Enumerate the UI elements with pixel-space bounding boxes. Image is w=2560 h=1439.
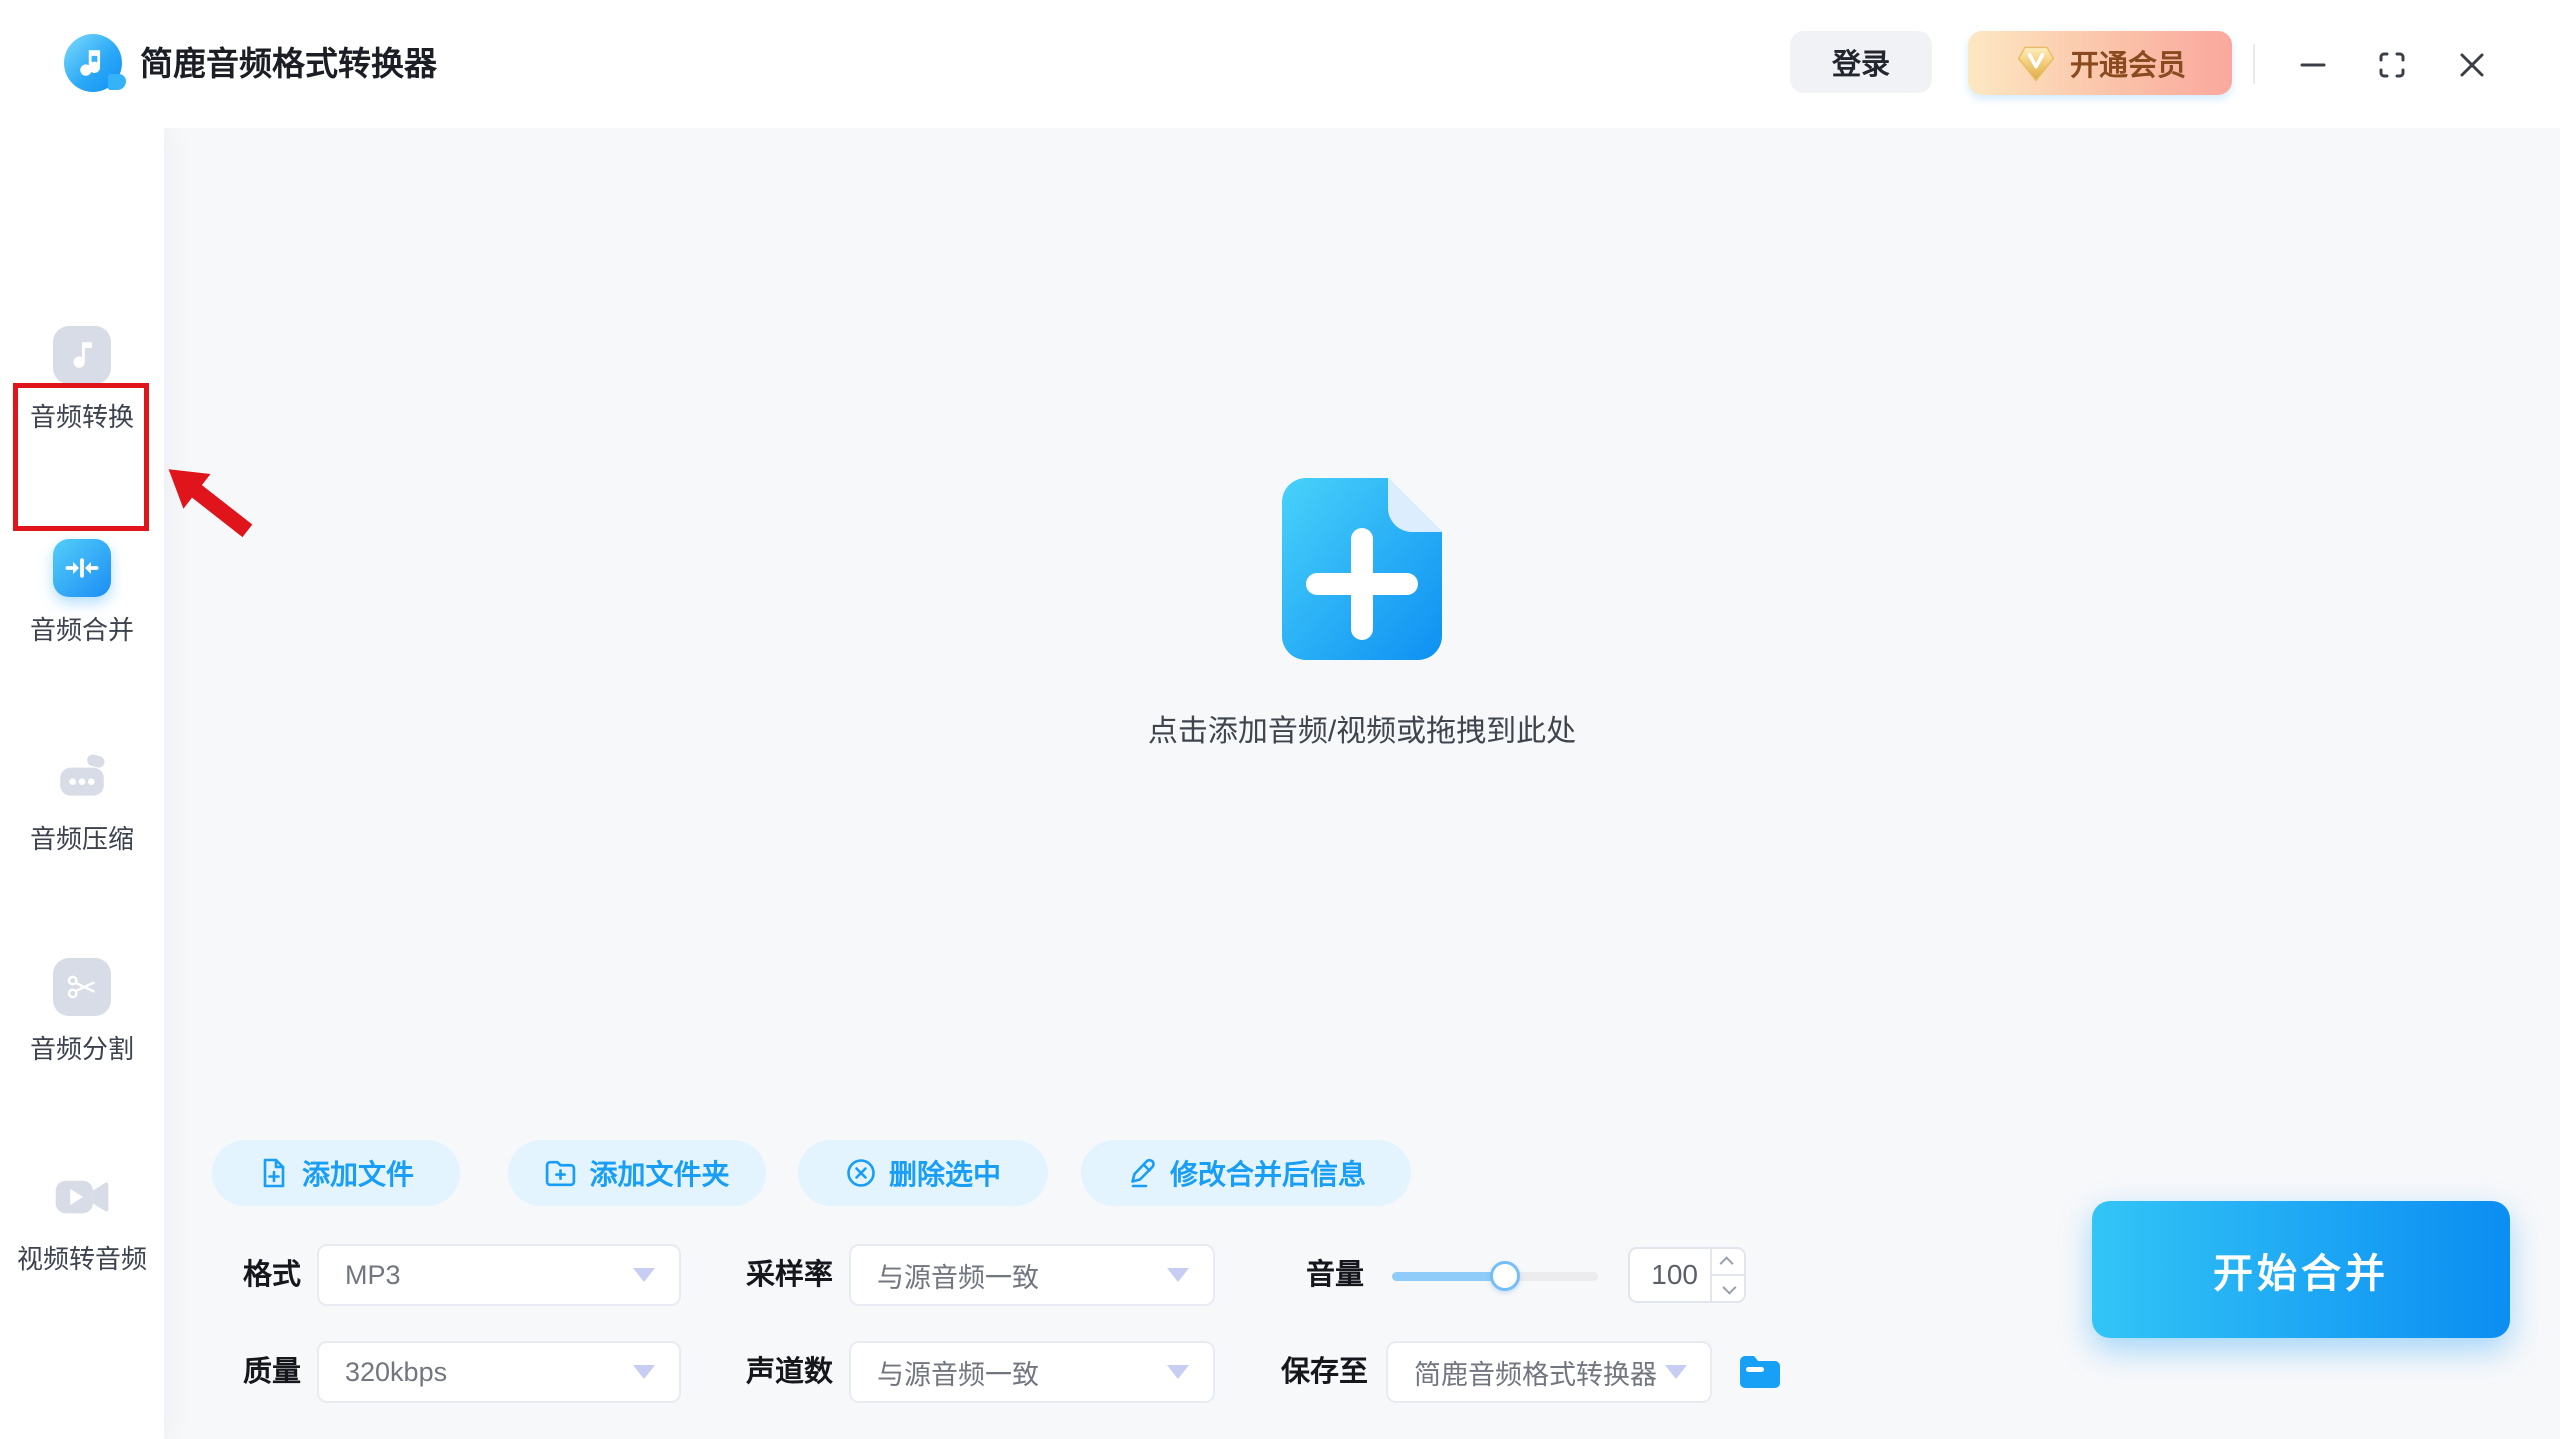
maximize-button[interactable] bbox=[2368, 41, 2416, 89]
audio-split-icon bbox=[53, 958, 111, 1016]
vip-label: 开通会员 bbox=[2069, 50, 2186, 82]
folder-plus-icon bbox=[546, 1160, 576, 1186]
format-dropdown[interactable]: MP3 bbox=[317, 1244, 681, 1306]
volume-slider-fill bbox=[1392, 1272, 1506, 1281]
sidebar-item-label: 音频转换 bbox=[29, 402, 134, 432]
start-merge-button[interactable]: 开始合并 bbox=[2092, 1201, 2510, 1338]
audio-merge-icon bbox=[53, 539, 111, 597]
sidebar-item-label: 音频压缩 bbox=[29, 824, 134, 854]
audio-compress-icon bbox=[53, 748, 111, 806]
sidebar-item-label: 视频转音频 bbox=[16, 1244, 147, 1274]
sidebar-item-audio-merge[interactable]: 音频合并 bbox=[0, 539, 164, 647]
open-vip-button[interactable]: 开通会员 bbox=[1968, 31, 2232, 95]
save-to-label: 保存至 bbox=[1281, 1356, 1369, 1388]
volume-slider[interactable] bbox=[1392, 1256, 1598, 1296]
volume-slider-thumb[interactable] bbox=[1490, 1261, 1521, 1291]
minimize-button[interactable] bbox=[2289, 41, 2337, 89]
edit-merge-info-label: 修改合并后信息 bbox=[1169, 1159, 1366, 1190]
drop-zone-hint: 点击添加音频/视频或拖拽到此处 bbox=[1147, 715, 1577, 748]
sample-rate-dropdown[interactable]: 与源音频一致 bbox=[849, 1244, 1215, 1306]
app-title: 简鹿音频格式转换器 bbox=[140, 45, 437, 82]
quality-dropdown[interactable]: 320kbps bbox=[317, 1341, 681, 1403]
chevron-down-icon bbox=[633, 1268, 655, 1282]
add-folder-button[interactable]: 添加文件夹 bbox=[508, 1140, 766, 1206]
app-window: 简鹿音频格式转换器 登录 开通会员 音频转换 音频合并 音频压缩 音频分割 视频… bbox=[0, 0, 2560, 1439]
maximize-icon bbox=[2379, 52, 2405, 78]
sidebar-item-audio-split[interactable]: 音频分割 bbox=[0, 958, 164, 1066]
title-bar: 简鹿音频格式转换器 登录 开通会员 bbox=[0, 0, 2560, 128]
close-icon bbox=[2460, 53, 2484, 77]
edit-merge-info-button[interactable]: 修改合并后信息 bbox=[1081, 1140, 1411, 1206]
add-file-document-icon bbox=[1282, 478, 1442, 660]
chevron-down-icon bbox=[1722, 1280, 1737, 1295]
spinner-up-button[interactable] bbox=[1712, 1249, 1744, 1276]
logo-tail-decoration bbox=[108, 74, 126, 90]
sidebar: 音频转换 音频合并 音频压缩 音频分割 视频转音频 bbox=[0, 128, 164, 1439]
save-to-value: 简鹿音频格式转换器 bbox=[1414, 1359, 1657, 1390]
volume-spinner: 100 bbox=[1628, 1247, 1746, 1303]
open-folder-button[interactable] bbox=[1738, 1354, 1782, 1390]
sidebar-item-audio-compress[interactable]: 音频压缩 bbox=[0, 748, 164, 856]
format-value: MP3 bbox=[345, 1259, 401, 1290]
titlebar-divider bbox=[2253, 44, 2255, 84]
file-drop-zone[interactable]: 点击添加音频/视频或拖拽到此处 bbox=[164, 128, 2560, 1008]
pen-edit-icon bbox=[1131, 1158, 1155, 1188]
sample-rate-label: 采样率 bbox=[746, 1259, 834, 1291]
channels-value: 与源音频一致 bbox=[877, 1359, 1039, 1390]
login-button[interactable]: 登录 bbox=[1790, 31, 1932, 93]
close-button[interactable] bbox=[2448, 41, 2496, 89]
save-to-dropdown[interactable]: 简鹿音频格式转换器 bbox=[1386, 1341, 1712, 1403]
spinner-buttons bbox=[1710, 1249, 1744, 1301]
folder-icon bbox=[1740, 1356, 1780, 1388]
audio-convert-icon bbox=[53, 326, 111, 384]
music-note-icon bbox=[80, 50, 101, 76]
delete-selected-button[interactable]: 删除选中 bbox=[798, 1140, 1048, 1206]
circle-x-icon bbox=[847, 1159, 875, 1187]
start-merge-label: 开始合并 bbox=[2213, 1251, 2389, 1296]
chevron-down-icon bbox=[1167, 1268, 1189, 1282]
chevron-down-icon bbox=[1665, 1365, 1687, 1379]
chevron-down-icon bbox=[1167, 1365, 1189, 1379]
add-folder-label: 添加文件夹 bbox=[589, 1159, 730, 1190]
channels-dropdown[interactable]: 与源音频一致 bbox=[849, 1341, 1215, 1403]
sidebar-item-video-to-audio[interactable]: 视频转音频 bbox=[0, 1168, 164, 1276]
sidebar-item-audio-convert[interactable]: 音频转换 bbox=[0, 326, 164, 434]
add-file-button[interactable]: 添加文件 bbox=[212, 1140, 460, 1206]
spinner-down-button[interactable] bbox=[1712, 1276, 1744, 1301]
chevron-down-icon bbox=[633, 1365, 655, 1379]
format-label: 格式 bbox=[243, 1259, 302, 1291]
sidebar-item-label: 音频分割 bbox=[29, 1034, 134, 1064]
minimize-icon bbox=[2300, 63, 2326, 67]
sample-rate-value: 与源音频一致 bbox=[877, 1262, 1039, 1293]
quality-label: 质量 bbox=[243, 1356, 302, 1388]
quality-value: 320kbps bbox=[345, 1356, 448, 1387]
sidebar-item-label: 音频合并 bbox=[29, 615, 134, 645]
vip-gem-icon bbox=[2017, 46, 2055, 82]
video-to-audio-icon bbox=[53, 1168, 111, 1226]
chevron-up-icon bbox=[1719, 1255, 1734, 1270]
delete-selected-label: 删除选中 bbox=[888, 1159, 1001, 1190]
add-file-label: 添加文件 bbox=[301, 1159, 414, 1190]
volume-label: 音量 bbox=[1306, 1259, 1365, 1291]
file-plus-icon bbox=[263, 1158, 285, 1188]
channels-label: 声道数 bbox=[746, 1356, 834, 1388]
login-label: 登录 bbox=[1831, 49, 1890, 81]
volume-value-input[interactable]: 100 bbox=[1630, 1249, 1710, 1301]
